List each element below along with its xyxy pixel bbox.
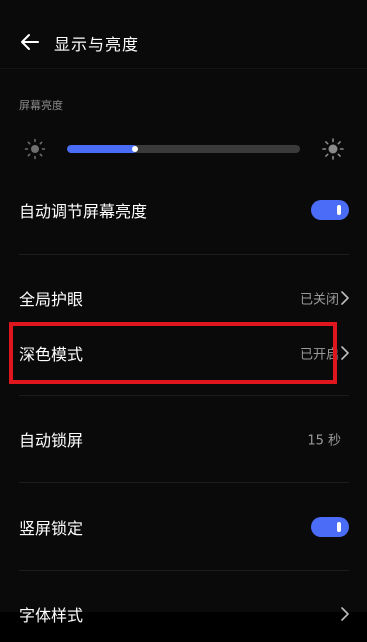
brightness-section-label: 屏幕亮度 [19, 99, 63, 112]
auto-brightness-label: 自动调节屏幕亮度 [19, 202, 148, 221]
portrait-lock-toggle[interactable] [311, 517, 349, 537]
font-style-row[interactable]: 字体样式 [0, 586, 367, 642]
portrait-lock-row[interactable]: 竖屏锁定 [0, 499, 367, 555]
auto-brightness-row[interactable]: 自动调节屏幕亮度 [0, 182, 367, 238]
back-arrow-icon[interactable] [18, 30, 42, 54]
divider [19, 482, 349, 483]
toggle-knob [337, 522, 341, 532]
chevron-right-icon [341, 346, 349, 360]
dark-mode-highlight-box [9, 322, 337, 384]
portrait-lock-label: 竖屏锁定 [19, 519, 84, 538]
display-brightness-screen: 显示与亮度 屏幕亮度 自动调节屏幕亮度 全局护眼 已关闭 深色模式 已开启 自动… [0, 0, 367, 625]
chevron-right-icon [341, 607, 349, 621]
page-title: 显示与亮度 [54, 35, 140, 54]
divider [19, 395, 349, 396]
header: 显示与亮度 [0, 22, 367, 62]
auto-lock-label: 自动锁屏 [19, 431, 84, 450]
auto-lock-value: 15 秒 [307, 433, 341, 449]
sun-low-icon [24, 138, 46, 160]
eye-care-row[interactable]: 全局护眼 已关闭 [0, 270, 367, 326]
brightness-slider-row [0, 134, 367, 164]
eye-care-label: 全局护眼 [19, 290, 84, 309]
brightness-slider-fill [67, 145, 137, 153]
brightness-slider[interactable] [67, 145, 300, 153]
divider [19, 570, 349, 571]
auto-lock-row[interactable]: 自动锁屏 15 秒 [0, 411, 367, 467]
font-style-label: 字体样式 [19, 606, 84, 625]
header-divider [0, 68, 367, 69]
chevron-right-icon [341, 291, 349, 305]
brightness-slider-thumb[interactable] [131, 146, 138, 152]
auto-brightness-toggle[interactable] [311, 200, 349, 220]
sun-high-icon [322, 138, 344, 160]
divider [19, 254, 349, 255]
toggle-knob [337, 205, 341, 215]
eye-care-value: 已关闭 [299, 292, 339, 308]
